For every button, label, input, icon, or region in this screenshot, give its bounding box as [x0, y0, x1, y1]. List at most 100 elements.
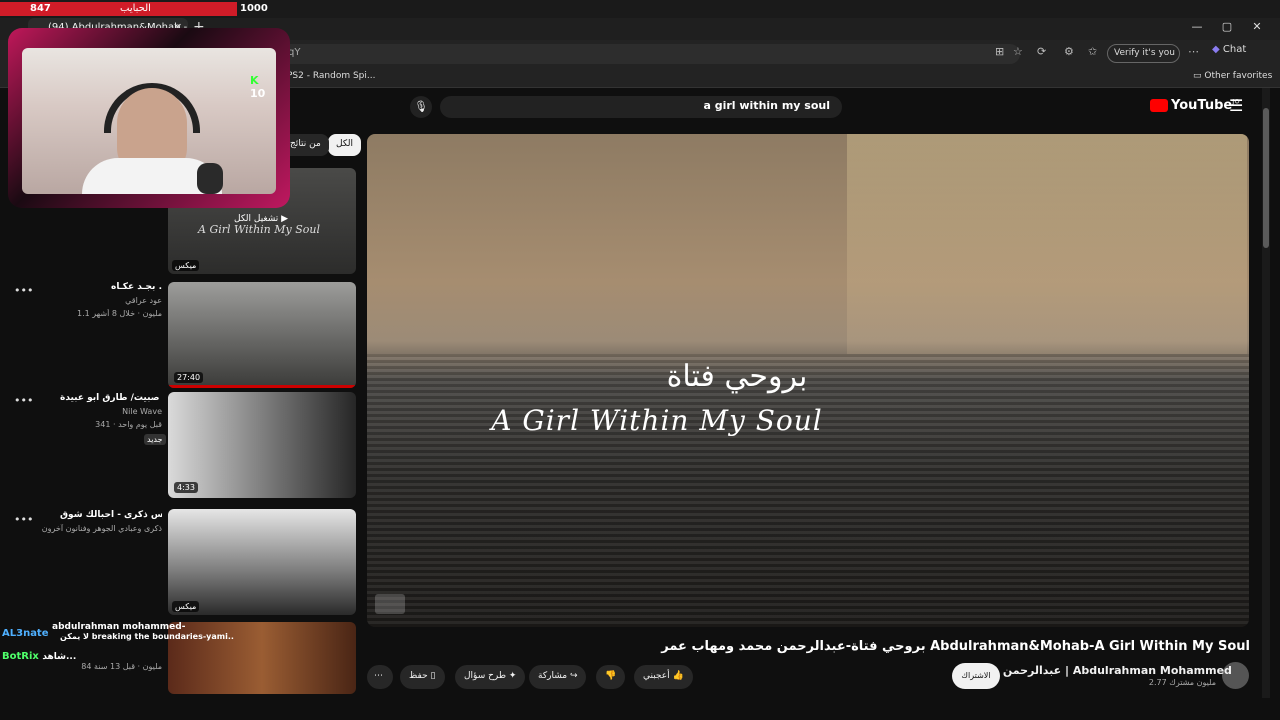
- subscribe-button[interactable]: الاشتراك: [952, 663, 1000, 689]
- more-icon[interactable]: ⋯: [1188, 45, 1199, 58]
- new-badge: جديد: [144, 434, 166, 445]
- subscriber-count: 2.77 مليون مشترك: [1148, 678, 1216, 687]
- share-button[interactable]: مشاركة ↪: [529, 665, 587, 689]
- chip-label: من نتائج: [290, 139, 321, 149]
- video-title[interactable]: ما صبيت/ طارق أبو عبيدة: [60, 393, 162, 403]
- cam-score: K 10: [250, 74, 276, 100]
- scrollbar[interactable]: [1262, 88, 1270, 698]
- url-field[interactable]: qY: [280, 44, 1020, 64]
- video-meta: 84 مليون · قبل 13 سنة: [81, 662, 162, 671]
- play-all-overlay[interactable]: تشغيل الكل ▶: [234, 214, 288, 224]
- search-input[interactable]: a girl within my soul: [440, 96, 842, 118]
- menu-icon[interactable]: ☰: [1229, 96, 1243, 115]
- watermark-logo: [375, 594, 405, 614]
- video-sea: [367, 354, 1249, 627]
- favorite-star-icon[interactable]: ☆: [1013, 45, 1023, 58]
- chat-text: لا يمكن breaking the boundaries-yami..: [60, 632, 234, 641]
- stream-goal-bar: 847 الحبايب 1000: [0, 0, 1280, 18]
- close-window-icon[interactable]: ✕: [1242, 18, 1272, 36]
- copilot-chat-button[interactable]: ◆ Chat: [1212, 44, 1246, 55]
- thumbs-up-icon: 👍: [672, 671, 684, 681]
- minimize-icon[interactable]: —: [1182, 18, 1212, 36]
- bookmark-icon: ▯: [430, 671, 436, 681]
- extension-icon[interactable]: ⟳: [1037, 45, 1046, 58]
- search-value: a girl within my soul: [703, 99, 830, 112]
- chat-label: Chat: [1222, 44, 1247, 55]
- more-icon: ⋯: [374, 671, 383, 681]
- dislike-button[interactable]: 👎: [596, 665, 626, 689]
- favorites-icon[interactable]: ✩: [1088, 45, 1097, 58]
- microphone: [197, 163, 223, 194]
- chat-user: BotRix: [2, 651, 39, 662]
- folder-icon: ▭: [1193, 71, 1202, 81]
- video-player[interactable]: بروحي فتاة A Girl Within My Soul: [367, 134, 1249, 627]
- scrollbar-thumb[interactable]: [1263, 108, 1269, 248]
- channel-name-text: عبدالرحمن محمد | Abdulrahman Mohammed: [970, 664, 1232, 677]
- chat-line: BotRix شاهد...: [2, 651, 76, 662]
- like-label: أعجبني: [643, 671, 670, 681]
- subscribe-label: الاشتراك: [961, 671, 991, 680]
- more-options-icon[interactable]: •••: [14, 284, 33, 297]
- goal-label: الحبايب: [120, 3, 151, 14]
- favorite-label: PS2 - Random Spi...: [287, 71, 376, 81]
- reader-icon[interactable]: ⊞: [995, 45, 1004, 58]
- youtube-logo[interactable]: YouTubeJO: [1150, 98, 1240, 113]
- chip-all[interactable]: الكل: [328, 134, 362, 156]
- chip-label: الكل: [336, 139, 354, 149]
- copilot-icon: ◆: [1212, 44, 1220, 55]
- voice-search-icon[interactable]: 🎙: [410, 96, 432, 118]
- ask-button[interactable]: طرح سؤال ✦: [455, 665, 526, 689]
- mix-badge: ميكس: [172, 601, 200, 612]
- channel-name[interactable]: ذكرى وعبادي الجوهر وفنانون آخرون: [40, 524, 162, 533]
- verify-button[interactable]: Verify it's you: [1107, 44, 1180, 63]
- youtube-play-icon: [1150, 99, 1168, 112]
- video-title: بروحي فتاة-عبدالرحمن محمد ومهاب عمر Abdu…: [661, 639, 1250, 654]
- ask-label: طرح سؤال: [464, 671, 507, 681]
- share-icon: ↪: [569, 671, 578, 681]
- channel-name[interactable]: عود عراقي: [40, 296, 162, 305]
- logo-text: YouTube: [1171, 98, 1233, 113]
- video-meta: 1.1 مليون · خلال 8 أشهر: [77, 309, 162, 318]
- duration-badge: 4:33: [174, 482, 198, 493]
- duration-badge: 27:40: [174, 372, 204, 383]
- play-all-label: تشغيل الكل: [234, 214, 279, 224]
- goal-target: 1000: [240, 3, 268, 14]
- other-favorites-label: Other favorites: [1204, 71, 1273, 81]
- watched-progress: [168, 385, 356, 388]
- verify-label: Verify it's you: [1114, 48, 1175, 58]
- play-icon: ▶: [281, 214, 289, 224]
- more-options-icon[interactable]: •••: [14, 513, 33, 526]
- video-overlay-english: A Girl Within My Soul: [491, 404, 823, 437]
- extensions-puzzle-icon[interactable]: ⚙: [1064, 45, 1074, 58]
- video-overlay-arabic: بروحي فتاة: [666, 359, 808, 394]
- webcam-feed: K 10: [22, 48, 276, 194]
- chat-user: AL3nate: [2, 628, 49, 639]
- more-actions-button[interactable]: ⋯: [367, 665, 393, 689]
- video-title[interactable]: بجـد عكـاه .: [60, 282, 162, 292]
- maximize-icon[interactable]: ▢: [1212, 18, 1242, 36]
- channel-name[interactable]: Nile Wave: [40, 407, 162, 416]
- save-label: حفظ: [409, 671, 428, 681]
- kick-icon: K: [250, 74, 259, 87]
- playlist-thumb-text: A Girl Within My Soul: [198, 223, 320, 236]
- goal-current: 847: [30, 3, 51, 14]
- video-thumbnail[interactable]: ميكس: [168, 509, 356, 615]
- other-favorites[interactable]: ▭ Other favorites: [1193, 71, 1272, 81]
- cam-score-value: 10: [250, 87, 266, 100]
- more-options-icon[interactable]: •••: [14, 394, 33, 407]
- share-label: مشاركة: [538, 671, 568, 681]
- video-meta: 341 · قبل يوم واحد: [95, 420, 162, 429]
- video-thumbnail[interactable]: 27:40: [168, 282, 356, 388]
- chat-text: شاهد...: [42, 652, 77, 662]
- video-sky: [847, 134, 1247, 354]
- save-button[interactable]: حفظ ▯: [400, 665, 445, 689]
- like-button[interactable]: أعجبني 👍: [634, 665, 693, 689]
- sparkle-icon: ✦: [508, 671, 517, 681]
- chat-user: abdulrahman mohammed-: [52, 622, 186, 632]
- video-thumbnail[interactable]: 4:33: [168, 392, 356, 498]
- favorite-item[interactable]: PS2 - Random Spi...: [287, 71, 375, 81]
- chat-line: AL3nate: [2, 628, 49, 639]
- thumbs-down-icon: 👎: [605, 671, 617, 681]
- video-title[interactable]: ميكس ذكرى - احبالك شوق: [60, 510, 162, 520]
- webcam-overlay: K 10: [8, 28, 290, 208]
